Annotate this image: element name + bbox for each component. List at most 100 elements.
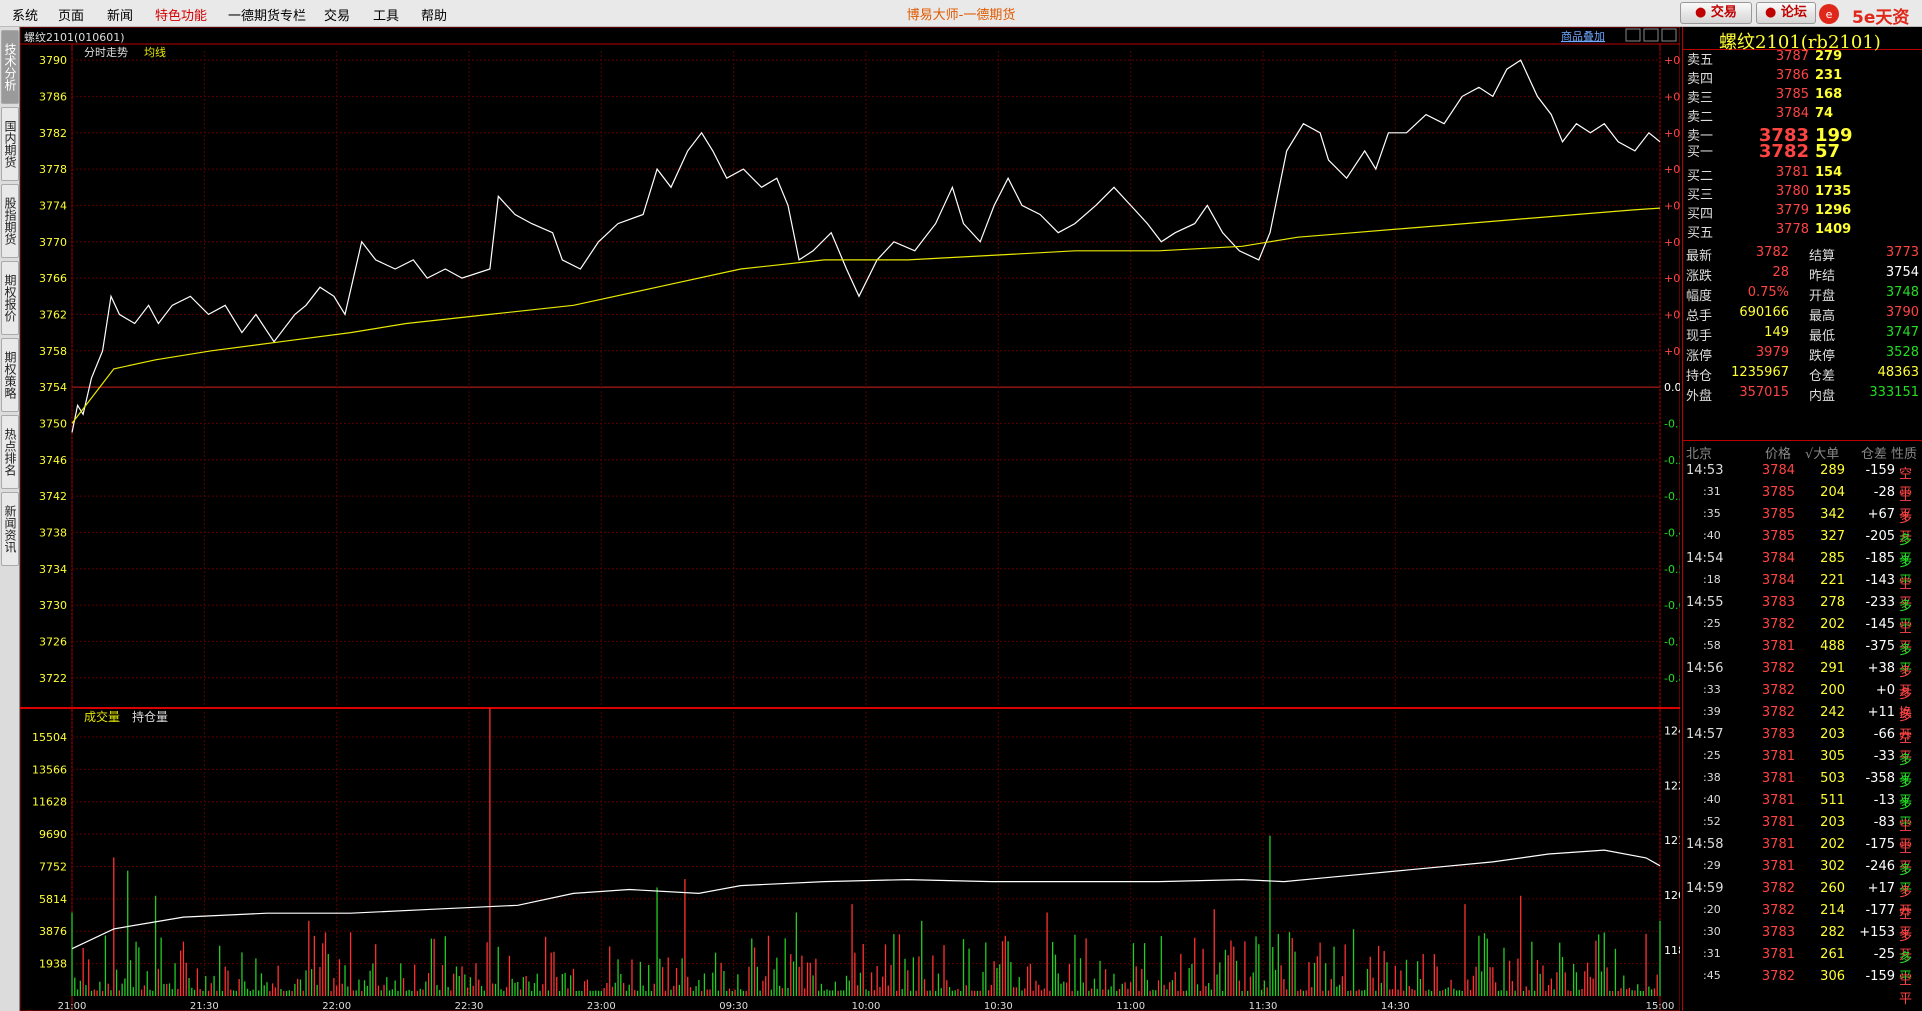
order-book-row[interactable]: 买五 3778 1409 xyxy=(1683,222,1922,242)
tick-row[interactable]: :25 3782 202 -145 空平 xyxy=(1683,617,1922,655)
tick-row[interactable]: 14:59 3782 260 +17 多开 xyxy=(1683,881,1922,919)
tick-header: 北京 价格 √大单 仓差 性质 xyxy=(1683,443,1922,462)
tick-row[interactable]: 14:55 3783 278 -233 多平 xyxy=(1683,595,1922,633)
tick-row[interactable]: :52 3781 203 -83 空平 xyxy=(1683,815,1922,853)
tick-row[interactable]: :38 3781 503 -358 多平 xyxy=(1683,771,1922,809)
volume-series-label: 成交量 xyxy=(84,709,120,724)
sidebar-tab-news[interactable]: 新闻资讯 xyxy=(1,492,19,566)
tick-row[interactable]: 14:57 3783 203 -66 空平 xyxy=(1683,727,1922,765)
price-tick-label: 3730 xyxy=(39,599,67,612)
order-volume: 168 xyxy=(1815,87,1843,102)
tick-row[interactable]: :35 3785 342 +67 多开 xyxy=(1683,507,1922,545)
tick-time: :45 xyxy=(1703,969,1721,982)
stat-value: 357015 xyxy=(1739,385,1789,400)
menu-news[interactable]: 新闻 xyxy=(107,5,133,24)
stat-label: 幅度 xyxy=(1686,289,1713,304)
order-volume: 1735 xyxy=(1815,184,1852,199)
menu-special-features[interactable]: 特色功能 xyxy=(155,5,207,24)
tick-volume: 202 xyxy=(1820,837,1845,852)
tick-volume: 261 xyxy=(1820,947,1845,962)
menu-tools[interactable]: 工具 xyxy=(373,5,399,24)
tick-row[interactable]: 14:53 3784 289 -159 空平 xyxy=(1683,463,1922,501)
tick-row[interactable]: :39 3782 242 +11 多开 xyxy=(1683,705,1922,743)
tick-price: 3782 xyxy=(1761,661,1795,676)
menu-system[interactable]: 系统 xyxy=(12,5,38,24)
quote-stat-row: 涨跌 28 昨结 3754 xyxy=(1683,265,1922,285)
order-level-label: 卖三 xyxy=(1687,91,1714,106)
tick-row[interactable]: 14:58 3781 202 -175 空平 xyxy=(1683,837,1922,875)
trade-button[interactable]: ● 交易 xyxy=(1680,2,1752,24)
sidebar-tab-domestic-futures[interactable]: 国内期货 xyxy=(1,107,19,181)
order-book-row[interactable]: 买一 3782 57 xyxy=(1683,141,1922,162)
stat-label: 现手 xyxy=(1686,329,1713,344)
pct-tick-label: +0.11% xyxy=(1664,345,1680,358)
tick-header-volume[interactable]: √大单 xyxy=(1805,443,1839,462)
tick-row[interactable]: :31 3781 261 -25 多平 xyxy=(1683,947,1922,985)
tick-row[interactable]: :30 3783 282 +153 多开 xyxy=(1683,925,1922,963)
tick-volume: 306 xyxy=(1820,969,1845,984)
tick-price: 3783 xyxy=(1761,925,1795,940)
tick-diff: +67 xyxy=(1867,507,1895,522)
intraday-chart[interactable]: 螺纹2101(010601) 分时走势 均线 商品叠加 成交量 持仓量 3790… xyxy=(20,27,1680,1011)
tick-row[interactable]: :25 3781 305 -33 多平 xyxy=(1683,749,1922,787)
pct-tick-label: +0.75% xyxy=(1664,127,1680,140)
sidebar-tab-hot-ranking[interactable]: 热点排名 xyxy=(1,415,19,489)
pct-tick-label: +0.21% xyxy=(1664,308,1680,321)
order-book-row[interactable]: 卖二 3784 74 xyxy=(1683,106,1922,126)
time-tick-label: 21:00 xyxy=(58,1001,87,1011)
price-tick-label: 3786 xyxy=(39,90,67,103)
tick-row[interactable]: :33 3782 200 +0 多换 xyxy=(1683,683,1922,721)
order-book-row[interactable]: 卖五 3787 279 xyxy=(1683,49,1922,69)
menu-help[interactable]: 帮助 xyxy=(421,5,447,24)
overlay-link[interactable]: 商品叠加 xyxy=(1561,29,1605,43)
tick-time: :31 xyxy=(1703,947,1721,960)
tick-volume: 203 xyxy=(1820,815,1845,830)
tick-row[interactable]: :18 3784 221 -143 空平 xyxy=(1683,573,1922,611)
order-book-row[interactable]: 买四 3779 1296 xyxy=(1683,203,1922,223)
quote-stat-row: 外盘 357015 内盘 333151 xyxy=(1683,385,1922,405)
tick-time: :25 xyxy=(1703,749,1721,762)
tick-diff: -233 xyxy=(1865,595,1895,610)
order-book-row[interactable]: 买二 3781 154 xyxy=(1683,165,1922,185)
order-book-row[interactable]: 买三 3780 1735 xyxy=(1683,184,1922,204)
price-tick-label: 3790 xyxy=(39,54,67,67)
tick-row[interactable]: :45 3782 306 -159 空平 xyxy=(1683,969,1922,1007)
menu-page[interactable]: 页面 xyxy=(58,5,84,24)
stat-label: 最高 xyxy=(1809,309,1836,324)
tick-row[interactable]: :29 3781 302 -246 多平 xyxy=(1683,859,1922,897)
stat-value: 690166 xyxy=(1739,305,1789,320)
oi-tick-label: 1229427 xyxy=(1664,779,1680,792)
tick-price: 3781 xyxy=(1761,749,1795,764)
tick-volume: 503 xyxy=(1820,771,1845,786)
pct-tick-label: +0.85% xyxy=(1664,90,1680,103)
order-volume: 74 xyxy=(1815,106,1834,121)
sidebar-tab-option-strategy[interactable]: 期权策略 xyxy=(1,338,19,412)
tick-time: 14:55 xyxy=(1686,595,1724,610)
tick-row[interactable]: :40 3785 327 -205 多平 xyxy=(1683,529,1922,567)
tick-row[interactable]: :58 3781 488 -375 多平 xyxy=(1683,639,1922,677)
order-price: 3786 xyxy=(1775,68,1809,83)
price-tick-label: 3754 xyxy=(39,381,67,394)
sidebar-tab-technical-analysis[interactable]: 技术分析 xyxy=(1,30,19,104)
sidebar-tab-index-futures[interactable]: 股指期货 xyxy=(1,184,19,258)
tick-row[interactable]: :31 3785 204 -28 空平 xyxy=(1683,485,1922,523)
tick-row[interactable]: :20 3782 214 -177 空平 xyxy=(1683,903,1922,941)
tick-row[interactable]: :40 3781 511 -13 多平 xyxy=(1683,793,1922,831)
order-book-row[interactable]: 卖四 3786 231 xyxy=(1683,68,1922,88)
volume-tick-label: 11628 xyxy=(32,796,67,809)
tick-time: :58 xyxy=(1703,639,1721,652)
pct-tick-label: -0.32% xyxy=(1664,490,1680,503)
order-book-row[interactable]: 卖三 3785 168 xyxy=(1683,87,1922,107)
tick-volume: 302 xyxy=(1820,859,1845,874)
stat-value: 3528 xyxy=(1885,345,1919,360)
menu-bar: 系统 页面 新闻 特色功能 一德期货专栏 交易 工具 帮助 博易大师-一德期货 … xyxy=(0,0,1922,28)
sidebar-tab-option-quotes[interactable]: 期权报价 xyxy=(1,261,19,335)
tick-volume: 488 xyxy=(1820,639,1845,654)
menu-trade[interactable]: 交易 xyxy=(324,5,350,24)
tick-row[interactable]: 14:56 3782 291 +38 多开 xyxy=(1683,661,1922,699)
time-tick-label: 23:00 xyxy=(587,1001,616,1011)
tick-diff: -159 xyxy=(1865,463,1895,478)
menu-yide-column[interactable]: 一德期货专栏 xyxy=(228,5,306,24)
tick-row[interactable]: 14:54 3784 285 -185 多平 xyxy=(1683,551,1922,589)
forum-button[interactable]: ● 论坛 xyxy=(1756,2,1816,24)
